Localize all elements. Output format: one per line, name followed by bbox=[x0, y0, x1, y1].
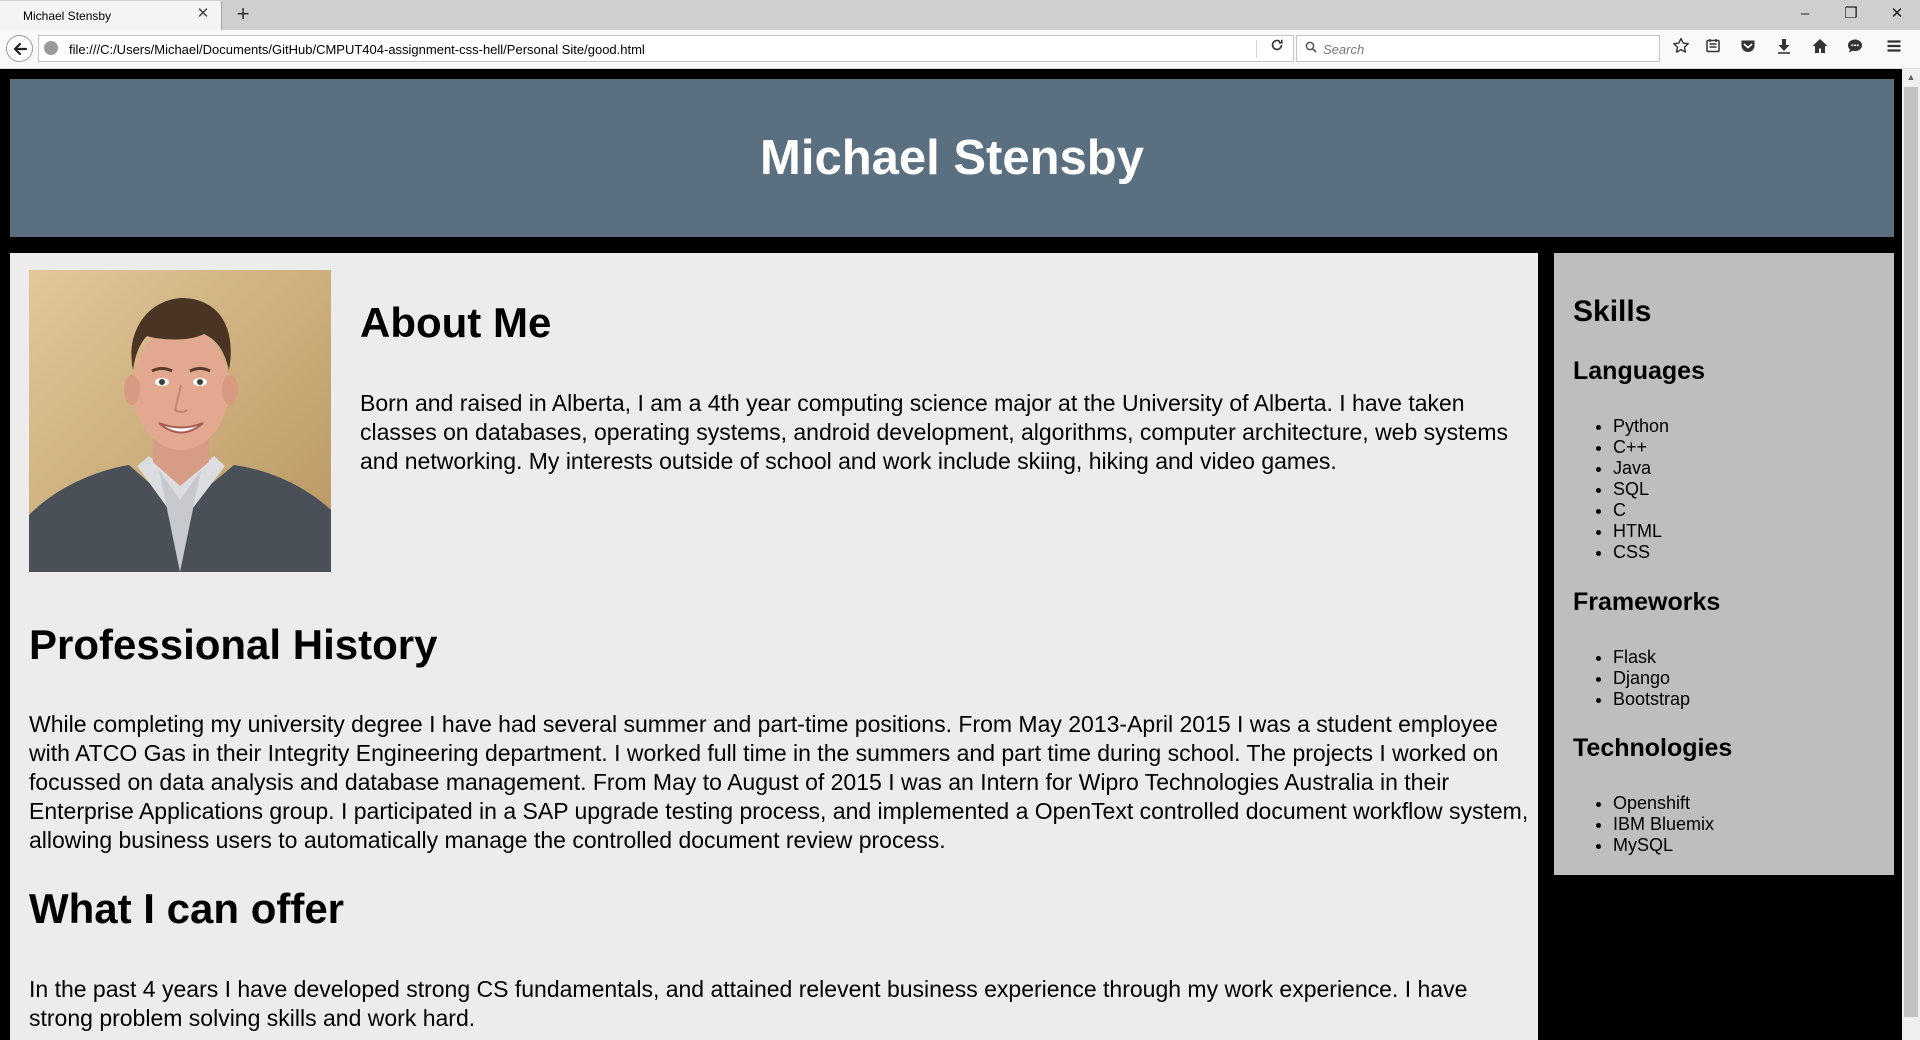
technologies-heading: Technologies bbox=[1573, 734, 1733, 762]
tab-close-icon[interactable]: ✕ bbox=[195, 6, 211, 22]
window-close-button[interactable]: ✕ bbox=[1874, 0, 1920, 30]
search-input[interactable]: Search bbox=[1323, 42, 1364, 57]
profile-photo bbox=[29, 270, 331, 572]
url-bar[interactable]: file:///C:/Users/Michael/Documents/GitHu… bbox=[38, 35, 1294, 62]
list-item: Openshift bbox=[1613, 793, 1714, 814]
offer-text: In the past 4 years I have developed str… bbox=[29, 976, 1468, 1031]
chat-icon[interactable] bbox=[1843, 37, 1867, 61]
skills-heading: Skills bbox=[1573, 295, 1652, 328]
list-item: IBM Bluemix bbox=[1613, 814, 1714, 835]
menu-icon[interactable] bbox=[1882, 37, 1906, 61]
skills-sidebar: Skills Languages Python C++ Java SQL C H… bbox=[1554, 253, 1894, 875]
url-text[interactable]: file:///C:/Users/Michael/Documents/GitHu… bbox=[69, 42, 645, 57]
page-viewport: Michael Stensby About Me Born and raised… bbox=[0, 69, 1920, 1040]
list-item: HTML bbox=[1613, 521, 1669, 542]
page-title: Michael Stensby bbox=[760, 131, 1144, 185]
main-content: About Me Born and raised in Alberta, I a… bbox=[10, 253, 1538, 1040]
back-arrow-icon bbox=[13, 42, 27, 56]
list-item: Python bbox=[1613, 416, 1669, 437]
browser-titlebar: Michael Stensby ✕ + – ❐ ✕ bbox=[0, 0, 1920, 30]
languages-list: Python C++ Java SQL C HTML CSS bbox=[1613, 416, 1669, 563]
list-item: C bbox=[1613, 500, 1669, 521]
vertical-scrollbar[interactable]: ▲ bbox=[1902, 69, 1920, 1040]
list-item: CSS bbox=[1613, 542, 1669, 563]
about-heading: About Me bbox=[360, 299, 552, 346]
reading-list-icon[interactable] bbox=[1701, 37, 1725, 61]
history-text: While completing my university degree I … bbox=[29, 711, 1529, 853]
search-icon bbox=[1305, 41, 1317, 56]
url-divider bbox=[1256, 40, 1257, 58]
tab-title: Michael Stensby bbox=[23, 9, 112, 23]
list-item: Django bbox=[1613, 668, 1690, 689]
site-header: Michael Stensby bbox=[10, 79, 1894, 237]
browser-tab[interactable]: Michael Stensby ✕ bbox=[0, 1, 222, 30]
list-item: SQL bbox=[1613, 479, 1669, 500]
browser-navbar: file:///C:/Users/Michael/Documents/GitHu… bbox=[0, 30, 1920, 69]
list-item: C++ bbox=[1613, 437, 1669, 458]
reload-icon[interactable] bbox=[1267, 38, 1287, 58]
back-button[interactable] bbox=[6, 35, 33, 62]
about-text: Born and raised in Alberta, I am a 4th y… bbox=[360, 390, 1509, 474]
list-item: Flask bbox=[1613, 647, 1690, 668]
languages-heading: Languages bbox=[1573, 357, 1705, 385]
offer-heading: What I can offer bbox=[29, 885, 345, 932]
scrollbar-thumb[interactable] bbox=[1904, 87, 1918, 1017]
restore-button[interactable]: ❐ bbox=[1828, 0, 1874, 30]
download-icon[interactable] bbox=[1772, 37, 1796, 61]
bookmark-star-icon[interactable] bbox=[1669, 37, 1693, 61]
pocket-icon[interactable] bbox=[1736, 37, 1760, 61]
scroll-up-arrow-icon[interactable]: ▲ bbox=[1902, 69, 1920, 86]
frameworks-heading: Frameworks bbox=[1573, 588, 1721, 616]
frameworks-list: Flask Django Bootstrap bbox=[1613, 647, 1690, 710]
technologies-list: Openshift IBM Bluemix MySQL bbox=[1613, 793, 1714, 856]
minimize-button[interactable]: – bbox=[1782, 0, 1828, 30]
list-item: Java bbox=[1613, 458, 1669, 479]
site-info-icon[interactable] bbox=[44, 41, 58, 55]
list-item: MySQL bbox=[1613, 835, 1714, 856]
home-icon[interactable] bbox=[1808, 37, 1832, 61]
list-item: Bootstrap bbox=[1613, 689, 1690, 710]
new-tab-button[interactable]: + bbox=[232, 2, 254, 26]
history-heading: Professional History bbox=[29, 621, 438, 668]
search-bar[interactable]: Search bbox=[1296, 35, 1660, 62]
